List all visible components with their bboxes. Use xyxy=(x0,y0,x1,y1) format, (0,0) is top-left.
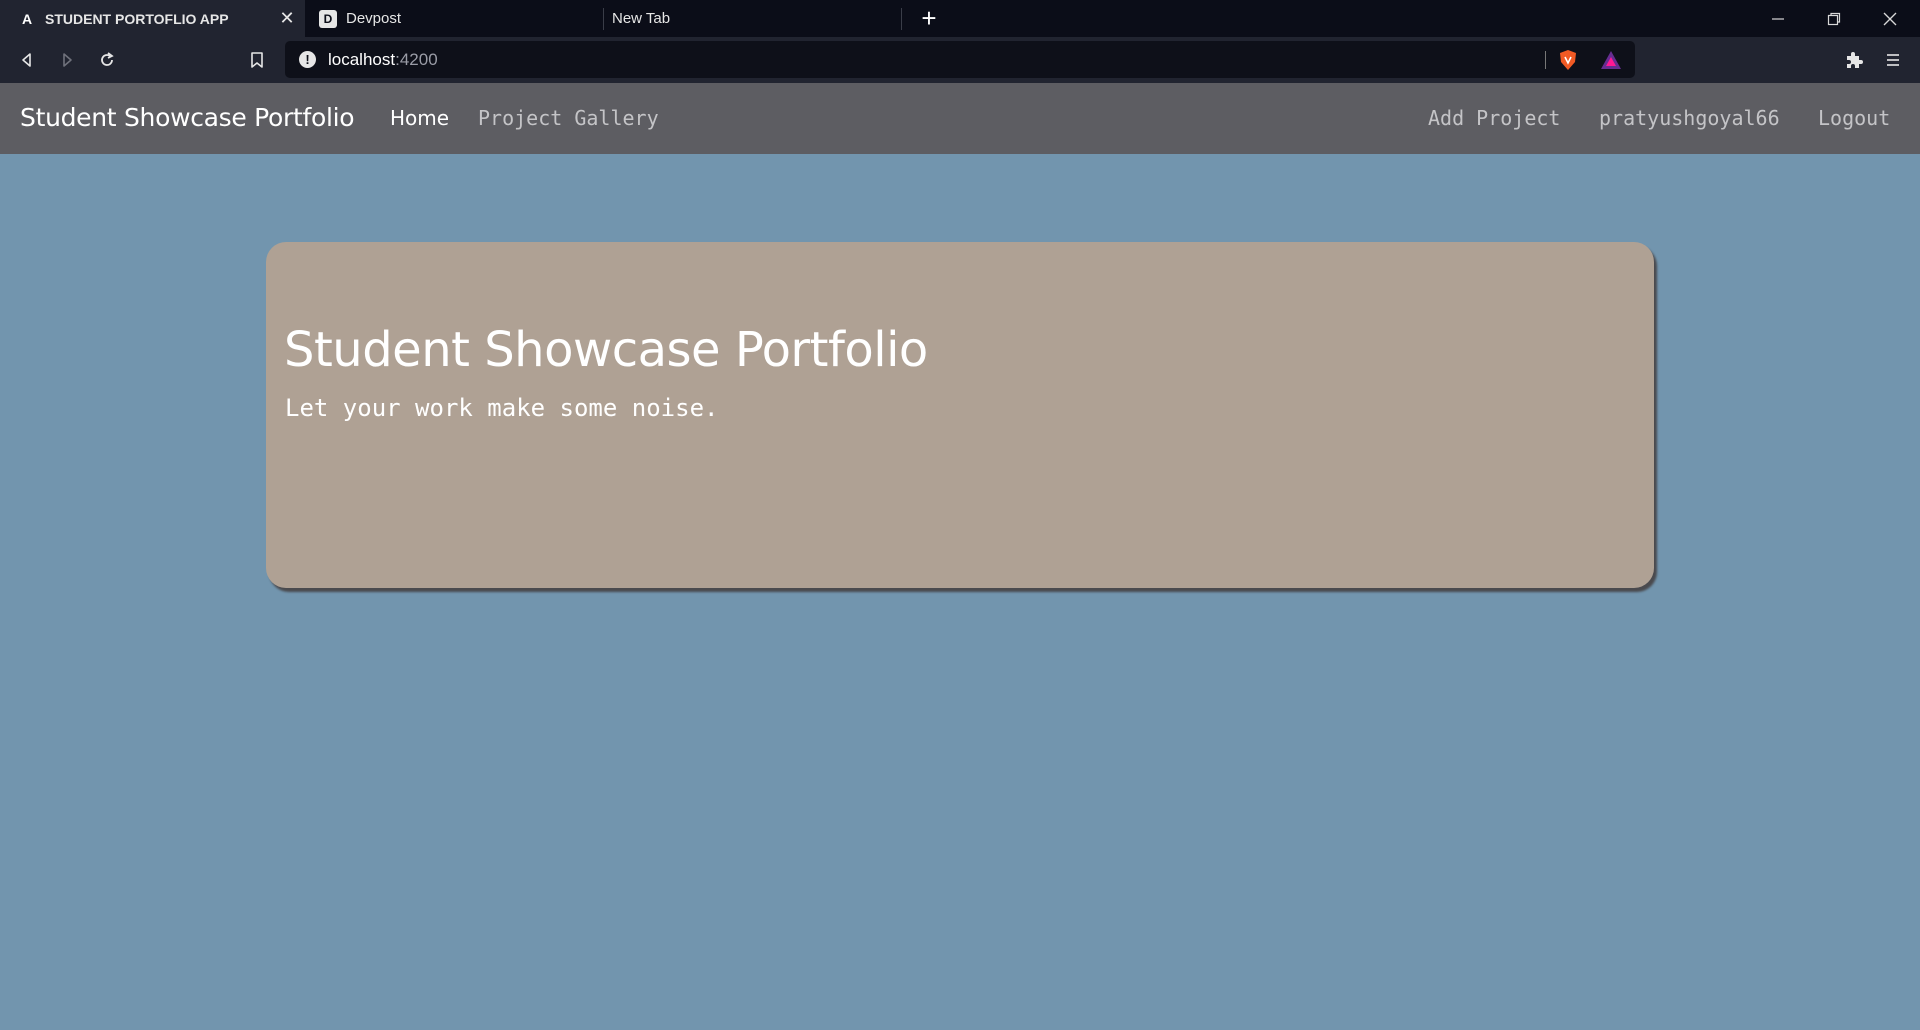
restore-icon[interactable] xyxy=(1806,0,1862,37)
nav-link-logout[interactable]: Logout xyxy=(1818,106,1890,130)
site-info-icon[interactable]: ! xyxy=(299,51,316,68)
forward-icon[interactable] xyxy=(52,45,82,75)
tab-devpost[interactable]: D Devpost xyxy=(305,0,603,37)
tab-student-portfolio[interactable]: A STUDENT PORTOFLIO APP ✕ xyxy=(0,0,305,37)
navbar-brand[interactable]: Student Showcase Portfolio xyxy=(20,103,355,132)
tab-title: STUDENT PORTOFLIO APP xyxy=(45,10,229,27)
browser-tab-strip: A STUDENT PORTOFLIO APP ✕ D Devpost New … xyxy=(0,0,1920,37)
browser-toolbar: ! localhost:4200 xyxy=(0,37,1920,83)
nav-link-username[interactable]: pratyushgoyal66 xyxy=(1599,106,1780,130)
url-text[interactable]: localhost:4200 xyxy=(328,50,438,70)
extensions-icon[interactable] xyxy=(1838,45,1868,75)
app-navbar: Student Showcase Portfolio Home Project … xyxy=(0,83,1920,154)
devpost-favicon-icon: D xyxy=(319,9,337,28)
window-close-icon[interactable] xyxy=(1862,0,1918,37)
nav-link-project-gallery[interactable]: Project Gallery xyxy=(478,106,659,130)
new-tab-button[interactable]: + xyxy=(914,4,944,34)
nav-link-home[interactable]: Home xyxy=(390,106,449,130)
reload-icon[interactable] xyxy=(92,45,122,75)
hero-subtitle: Let your work make some noise. xyxy=(285,394,719,422)
tab-divider xyxy=(901,8,902,30)
bookmark-icon[interactable] xyxy=(242,45,272,75)
tab-title: Devpost xyxy=(346,10,402,27)
close-icon[interactable]: ✕ xyxy=(277,8,297,28)
address-bar[interactable]: ! localhost:4200 xyxy=(285,41,1635,78)
back-icon[interactable] xyxy=(12,45,42,75)
menu-icon[interactable] xyxy=(1878,45,1908,75)
brave-shields-icon[interactable] xyxy=(1557,49,1579,76)
nav-link-add-project[interactable]: Add Project xyxy=(1428,106,1560,130)
angular-favicon-icon: A xyxy=(21,10,33,27)
minimize-icon[interactable] xyxy=(1750,0,1806,37)
hero-title: Student Showcase Portfolio xyxy=(284,322,928,378)
tab-new-tab[interactable]: New Tab xyxy=(604,0,901,37)
hero-card: Student Showcase Portfolio Let your work… xyxy=(266,242,1654,588)
address-bar-divider xyxy=(1545,51,1546,69)
tab-title: New Tab xyxy=(612,10,671,27)
brave-rewards-icon[interactable] xyxy=(1600,49,1622,76)
